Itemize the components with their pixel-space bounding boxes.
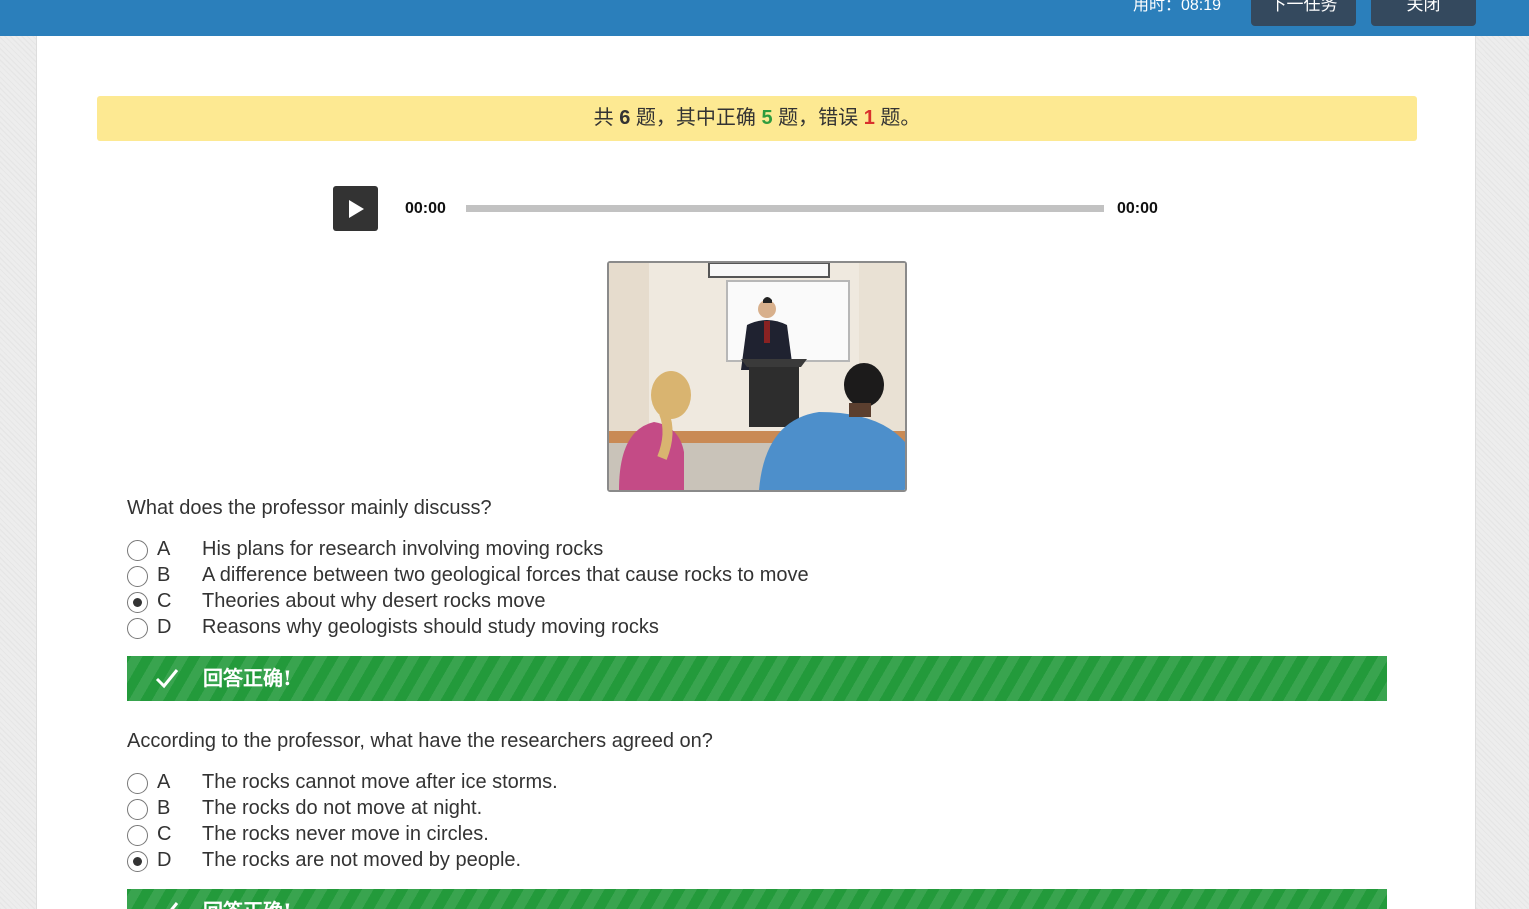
option-list: A The rocks cannot move after ice storms… — [127, 769, 1387, 873]
option-text: A difference between two geological forc… — [202, 564, 809, 586]
option-a[interactable]: A The rocks cannot move after ice storms… — [127, 769, 1387, 795]
option-c[interactable]: C The rocks never move in circles. — [127, 821, 1387, 847]
checkmark-icon — [155, 669, 179, 689]
radio-button-selected[interactable] — [127, 592, 148, 613]
question-text: According to the professor, what have th… — [127, 730, 713, 752]
option-letter: A — [157, 771, 171, 793]
total-count: 6 — [619, 107, 631, 129]
option-d[interactable]: D Reasons why geologists should study mo… — [127, 614, 1387, 640]
summary-mid1: 题，其中正确 — [630, 107, 762, 129]
radio-button[interactable] — [127, 618, 148, 639]
current-time: 00:00 — [405, 200, 446, 217]
option-text: The rocks are not moved by people. — [202, 849, 522, 871]
option-text: The rocks never move in circles. — [202, 823, 489, 845]
score-summary: 共 6 题，其中正确 5 题，错误 1 题。 — [97, 96, 1417, 141]
correct-count: 5 — [761, 107, 773, 129]
radio-button[interactable] — [127, 773, 148, 794]
main-panel: 共 6 题，其中正确 5 题，错误 1 题。 00:00 00:00 What … — [36, 36, 1476, 909]
wrong-count: 1 — [863, 107, 875, 129]
elapsed-timer: 用时：08:19 — [1133, 0, 1222, 14]
option-text: The rocks do not move at night. — [202, 797, 483, 819]
answer-correct-banner: 回答正确! — [127, 889, 1387, 909]
option-letter: C — [157, 590, 172, 612]
play-icon — [349, 200, 364, 218]
result-label: 回答正确! — [203, 666, 292, 690]
option-a[interactable]: A His plans for research involving movin… — [127, 536, 1387, 562]
radio-button-selected[interactable] — [127, 851, 148, 872]
summary-prefix: 共 — [593, 107, 620, 129]
question-1: What does the professor mainly discuss? … — [127, 496, 1387, 701]
option-text: Theories about why desert rocks move — [202, 590, 546, 612]
option-text: Reasons why geologists should study movi… — [202, 616, 659, 638]
close-button[interactable]: 关闭 — [1371, 0, 1476, 26]
audio-player: 00:00 00:00 — [333, 186, 1173, 231]
duration-time: 00:00 — [1117, 200, 1158, 217]
answer-correct-banner: 回答正确! — [127, 656, 1387, 701]
option-letter: D — [157, 616, 172, 638]
radio-button[interactable] — [127, 799, 148, 820]
option-text: The rocks cannot move after ice storms. — [202, 771, 558, 793]
option-b[interactable]: B The rocks do not move at night. — [127, 795, 1387, 821]
summary-mid2: 题，错误 — [772, 107, 864, 129]
radio-button[interactable] — [127, 825, 148, 846]
option-text: His plans for research involving moving … — [202, 538, 604, 560]
checkmark-icon — [170, 902, 179, 909]
option-letter: B — [157, 797, 171, 819]
question-text: What does the professor mainly discuss? — [127, 497, 492, 519]
audio-progress-bar[interactable] — [466, 205, 1104, 212]
option-list: A His plans for research involving movin… — [127, 536, 1387, 640]
option-letter: A — [157, 538, 171, 560]
option-c[interactable]: C Theories about why desert rocks move — [127, 588, 1387, 614]
radio-button[interactable] — [127, 540, 148, 561]
option-letter: C — [157, 823, 172, 845]
option-b[interactable]: B A difference between two geological fo… — [127, 562, 1387, 588]
play-button[interactable] — [333, 186, 378, 231]
lecture-photo — [607, 261, 907, 492]
summary-suffix: 题。 — [874, 107, 921, 129]
radio-button[interactable] — [127, 566, 148, 587]
option-d[interactable]: D The rocks are not moved by people. — [127, 847, 1387, 873]
result-label: 回答正确! — [203, 889, 292, 909]
next-task-button[interactable]: 下一任务 — [1251, 0, 1356, 26]
question-2: According to the professor, what have th… — [127, 729, 1387, 909]
option-letter: B — [157, 564, 171, 586]
top-bar: 用时：08:19 下一任务 关闭 — [0, 0, 1529, 36]
option-letter: D — [157, 849, 172, 871]
